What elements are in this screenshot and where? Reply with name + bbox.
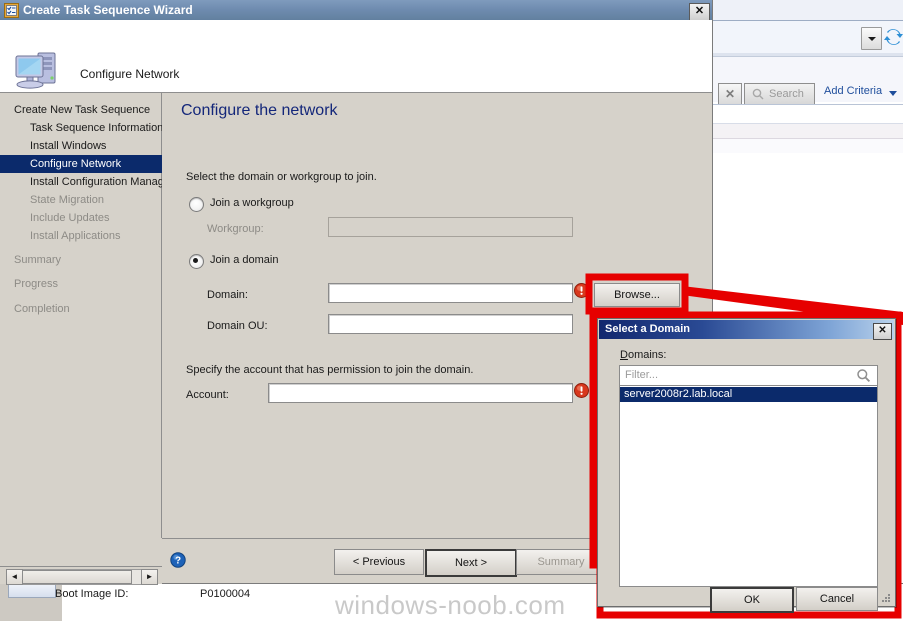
nav-item-progress[interactable]: Progress: [0, 275, 175, 293]
radio-join-workgroup[interactable]: [189, 197, 204, 212]
filter-placeholder: Filter...: [625, 369, 659, 381]
nav-item-summary[interactable]: Summary: [0, 251, 175, 269]
boot-image-id-label: Boot Image ID:: [55, 588, 129, 600]
svg-text:?: ?: [175, 556, 181, 567]
next-button[interactable]: Next >: [425, 549, 517, 577]
search-button[interactable]: Search: [744, 83, 815, 106]
ok-button[interactable]: OK: [710, 587, 794, 613]
dialog-title-bar: Select a Domain ✕: [599, 320, 894, 340]
select-a-domain-dialog: Select a Domain ✕ Domains: Filter... ser…: [597, 318, 896, 613]
console-grid-row: [705, 105, 903, 124]
filter-input[interactable]: Filter...: [619, 365, 878, 386]
domains-label-rest: omains:: [627, 349, 667, 361]
screen: ✕ Search Add Criteria ◀ Boot Image ID: P…: [0, 0, 903, 621]
arrow-left-icon: ◄: [10, 572, 19, 581]
account-label: Account:: [186, 389, 229, 401]
cancel-button-label: Cancel: [819, 593, 855, 605]
summary-button-label: Summary: [537, 556, 585, 568]
search-icon[interactable]: [856, 368, 871, 386]
console-grid-row: [705, 124, 903, 139]
domain-ou-input[interactable]: [328, 314, 573, 334]
nav-item-create-new-task-sequence[interactable]: Create New Task Sequence: [0, 101, 175, 119]
error-icon: [574, 283, 589, 298]
account-input[interactable]: [268, 383, 573, 403]
previous-button-label: < Previous: [352, 556, 406, 568]
domains-list[interactable]: server2008r2.lab.local: [619, 385, 878, 587]
console-grid-row: [705, 139, 903, 153]
ok-button-label: OK: [744, 594, 760, 606]
wizard-title: Create Task Sequence Wizard: [23, 3, 193, 17]
browse-button-label: Browse...: [614, 289, 660, 301]
task-sequence-icon: [4, 3, 19, 18]
domain-input[interactable]: [328, 283, 573, 303]
close-icon: ✕: [694, 5, 705, 17]
close-icon: ✕: [878, 325, 887, 336]
list-item[interactable]: server2008r2.lab.local: [620, 387, 877, 402]
search-icon: [752, 88, 764, 103]
radio-join-domain-label: Join a domain: [210, 254, 279, 266]
next-button-label: Next >: [454, 557, 488, 569]
wizard-close-button[interactable]: ✕: [689, 3, 710, 21]
dialog-close-button[interactable]: ✕: [873, 323, 892, 340]
account-instruction: Specify the account that has permission …: [186, 364, 474, 376]
refresh-icon[interactable]: [884, 27, 903, 47]
dialog-title: Select a Domain: [605, 323, 690, 335]
scroll-left-button[interactable]: ◄: [6, 569, 23, 585]
search-button-label: Search: [769, 88, 804, 100]
nav-item-completion[interactable]: Completion: [0, 300, 175, 318]
domains-label: Domains:: [620, 349, 666, 361]
watermark: windows-noob.com: [335, 590, 566, 620]
arrow-right-icon: ►: [145, 572, 154, 581]
scroll-right-button[interactable]: ►: [141, 569, 158, 585]
chevron-down-icon[interactable]: [889, 91, 897, 96]
wizard-header: Configure Network: [0, 20, 712, 93]
boot-image-id-value: P0100004: [200, 588, 251, 600]
domain-ou-label: Domain OU:: [207, 320, 268, 332]
workgroup-input[interactable]: [328, 217, 573, 237]
radio-selected-dot: [193, 258, 198, 263]
domain-label: Domain:: [207, 289, 248, 301]
domain-workgroup-instruction: Select the domain or workgroup to join.: [186, 171, 377, 183]
help-icon[interactable]: ?: [170, 552, 186, 568]
radio-join-domain[interactable]: [189, 254, 204, 269]
radio-join-workgroup-label: Join a workgroup: [210, 197, 294, 209]
wizard-navigation: Create New Task Sequence Task Sequence I…: [0, 93, 191, 538]
error-icon: [574, 383, 589, 398]
browse-button[interactable]: Browse...: [594, 283, 680, 307]
wizard-title-bar: Create Task Sequence Wizard ✕: [0, 0, 712, 21]
clear-search-button[interactable]: ✕: [718, 83, 742, 106]
add-criteria-link[interactable]: Add Criteria: [824, 85, 882, 97]
close-icon: ✕: [724, 87, 736, 101]
domains-label-accel: D: [620, 349, 628, 361]
page-title: Configure the network: [181, 102, 338, 119]
console-dropdown-button[interactable]: [861, 27, 882, 50]
console-top-strip: [705, 0, 903, 21]
summary-button[interactable]: Summary: [516, 549, 606, 575]
scrollbar-thumb[interactable]: [22, 570, 132, 584]
console-detail-tab[interactable]: [8, 584, 56, 598]
wizard-header-title: Configure Network: [80, 67, 180, 81]
computer-icon: [12, 47, 72, 95]
previous-button[interactable]: < Previous: [334, 549, 424, 575]
horizontal-scrollbar[interactable]: ◄ ►: [0, 566, 162, 585]
workgroup-label: Workgroup:: [207, 223, 264, 235]
cancel-button[interactable]: Cancel: [796, 587, 878, 611]
resize-grip-icon[interactable]: [879, 593, 891, 605]
